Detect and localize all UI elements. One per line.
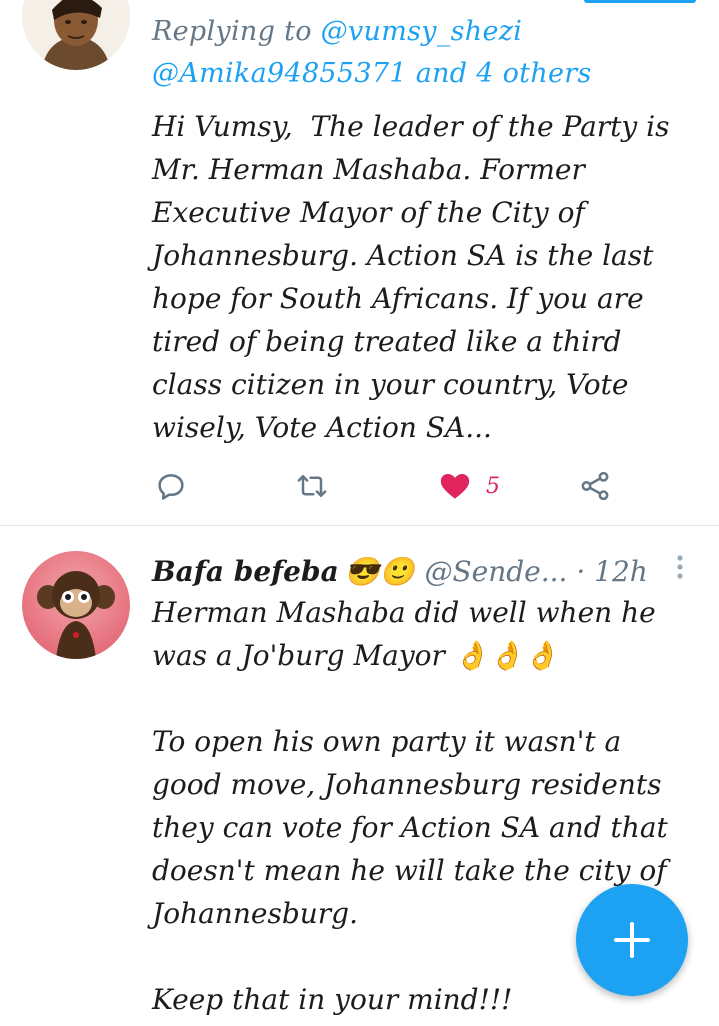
heart-icon	[440, 473, 470, 499]
more-options-icon	[677, 555, 683, 579]
like-button[interactable]: 5	[438, 466, 500, 506]
avatar[interactable]	[22, 0, 130, 70]
replying-to-label: Replying to	[152, 16, 321, 47]
replying-to-line: Replying to @vumsy_shezi	[152, 16, 522, 47]
share-button[interactable]	[578, 466, 612, 506]
reply-mentions-link[interactable]: @Amika94855371 and 4 others	[152, 58, 592, 89]
share-icon	[581, 471, 609, 501]
handle-timestamp[interactable]: @Sende... · 12h	[424, 555, 647, 588]
more-options-button[interactable]	[672, 553, 688, 583]
reply-mention-link[interactable]: @vumsy_shezi	[321, 16, 523, 47]
retweet-button[interactable]	[294, 466, 330, 506]
tweet-actions: 5	[150, 466, 630, 506]
name-emojis: 😎🙂	[344, 554, 415, 588]
reply-icon	[158, 474, 184, 500]
tweet-text: Hi Vumsy, The leader of the Party is Mr.…	[152, 110, 670, 444]
reply-button[interactable]	[154, 466, 188, 506]
compose-tweet-button[interactable]	[576, 884, 688, 996]
retweet-icon	[297, 475, 327, 497]
avatar[interactable]	[22, 551, 130, 659]
tweet-divider	[0, 525, 719, 526]
reply-tweet[interactable]: Replying to @vumsy_shezi @Amika94855371 …	[0, 0, 719, 526]
like-count: 5	[486, 473, 500, 499]
plus-icon	[614, 922, 650, 958]
display-name[interactable]: Bafa befeba	[152, 555, 339, 588]
replying-to-others[interactable]: @Amika94855371 and 4 others	[152, 58, 592, 89]
tweet-header: Bafa befeba 😎🙂 @Sende... · 12h	[152, 549, 648, 593]
